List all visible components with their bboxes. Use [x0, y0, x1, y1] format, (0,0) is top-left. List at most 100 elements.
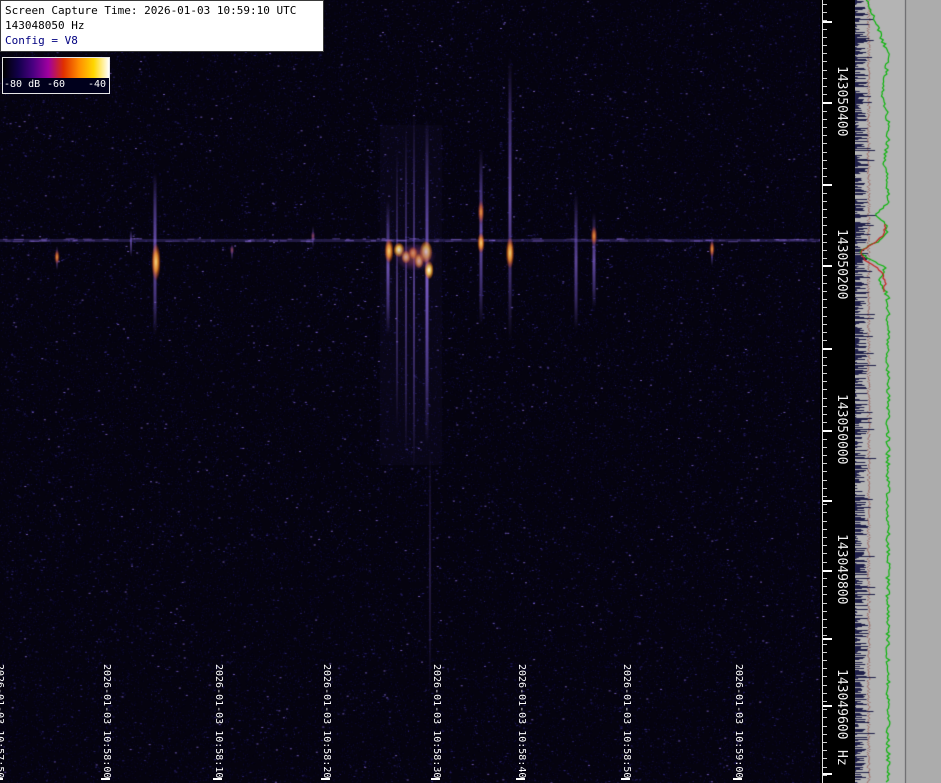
- config-text: Config = V8: [5, 33, 319, 48]
- frequency-axis: 143050400 143050200 143050000 143049800 1430…: [820, 0, 855, 783]
- frequency-minor-tick: [823, 488, 827, 489]
- frequency-minor-tick: [823, 307, 827, 308]
- frequency-minor-tick: [823, 463, 827, 464]
- frequency-major-tick: [823, 705, 832, 707]
- frequency-minor-tick: [823, 496, 827, 497]
- frequency-minor-tick: [823, 553, 827, 554]
- frequency-tick-label: 143050000: [835, 394, 848, 464]
- frequency-minor-tick: [823, 250, 827, 251]
- frequency-minor-tick: [823, 660, 827, 661]
- frequency-minor-tick: [823, 193, 827, 194]
- frequency-minor-tick: [823, 61, 827, 62]
- frequency-minor-tick: [823, 709, 827, 710]
- frequency-minor-tick: [823, 242, 827, 243]
- frequency-major-tick: [823, 638, 832, 640]
- frequency-minor-tick: [823, 111, 827, 112]
- frequency-minor-tick: [823, 455, 827, 456]
- frequency-major-tick: [823, 102, 832, 104]
- frequency-tick-label: 143050200: [835, 229, 848, 299]
- frequency-minor-tick: [823, 521, 827, 522]
- frequency-minor-tick: [823, 693, 827, 694]
- capture-time-text: Screen Capture Time: 2026-01-03 10:59:10…: [5, 3, 319, 18]
- frequency-minor-tick: [823, 734, 827, 735]
- speclab-screen-capture: { "header": { "line1": "Screen Capture T…: [0, 0, 941, 783]
- frequency-minor-tick: [823, 742, 827, 743]
- frequency-minor-tick: [823, 37, 827, 38]
- frequency-minor-tick: [823, 619, 827, 620]
- legend-db-max-label: -40: [88, 79, 106, 90]
- frequency-minor-tick: [823, 332, 827, 333]
- frequency-minor-tick: [823, 635, 827, 636]
- frequency-major-tick: [823, 500, 832, 502]
- frequency-minor-tick: [823, 283, 827, 284]
- frequency-major-tick: [823, 265, 832, 267]
- frequency-minor-tick: [823, 160, 827, 161]
- frequency-minor-tick: [823, 480, 827, 481]
- frequency-major-tick: [823, 348, 832, 350]
- frequency-minor-tick: [823, 258, 827, 259]
- frequency-minor-tick: [823, 53, 827, 54]
- frequency-minor-tick: [823, 299, 827, 300]
- frequency-major-tick: [823, 773, 832, 775]
- spectrogram-waterfall: [0, 0, 820, 783]
- frequency-minor-tick: [823, 726, 827, 727]
- frequency-minor-tick: [823, 594, 827, 595]
- frequency-minor-tick: [823, 389, 827, 390]
- frequency-minor-tick: [823, 512, 827, 513]
- frequency-minor-tick: [823, 758, 827, 759]
- frequency-tick-label: 143050400: [835, 66, 848, 136]
- frequency-minor-tick: [823, 217, 827, 218]
- frequency-minor-tick: [823, 168, 827, 169]
- frequency-minor-tick: [823, 152, 827, 153]
- frequency-major-tick: [823, 184, 832, 186]
- color-gradient-bar: [3, 58, 109, 78]
- frequency-minor-tick: [823, 127, 827, 128]
- frequency-minor-tick: [823, 627, 827, 628]
- frequency-minor-tick: [823, 447, 827, 448]
- frequency-minor-tick: [823, 316, 827, 317]
- frequency-major-tick: [823, 570, 832, 572]
- legend-labels: -80 dB -60 -40: [3, 78, 109, 93]
- frequency-minor-tick: [823, 201, 827, 202]
- frequency-minor-tick: [823, 70, 827, 71]
- legend-db-min-label: -80 dB: [4, 79, 40, 90]
- frequency-minor-tick: [823, 414, 827, 415]
- frequency-minor-tick: [823, 398, 827, 399]
- app-window: 143050400 143050200 143050000 143049800 1430…: [0, 0, 941, 783]
- frequency-minor-tick: [823, 652, 827, 653]
- frequency-minor-tick: [823, 775, 827, 776]
- frequency-minor-tick: [823, 676, 827, 677]
- frequency-minor-tick: [823, 644, 827, 645]
- frequency-minor-tick: [823, 135, 827, 136]
- frequency-minor-tick: [823, 143, 827, 144]
- frequency-minor-tick: [823, 176, 827, 177]
- frequency-minor-tick: [823, 406, 827, 407]
- frequency-minor-tick: [823, 422, 827, 423]
- frequency-minor-tick: [823, 545, 827, 546]
- frequency-minor-tick: [823, 701, 827, 702]
- frequency-minor-tick: [823, 45, 827, 46]
- frequency-tick-label: 143049800: [835, 534, 848, 604]
- center-frequency-text: 143048050 Hz: [5, 18, 319, 33]
- capture-info-panel: Screen Capture Time: 2026-01-03 10:59:10…: [0, 0, 324, 52]
- frequency-major-tick: [823, 430, 832, 432]
- frequency-minor-tick: [823, 119, 827, 120]
- frequency-minor-tick: [823, 750, 827, 751]
- frequency-minor-tick: [823, 365, 827, 366]
- frequency-minor-tick: [823, 471, 827, 472]
- frequency-minor-tick: [823, 209, 827, 210]
- frequency-minor-tick: [823, 225, 827, 226]
- frequency-major-tick: [823, 21, 832, 23]
- legend-db-mid-label: -60: [47, 79, 65, 90]
- frequency-axis-line: [822, 0, 823, 783]
- frequency-tick-label: 143049600: [835, 669, 848, 739]
- spectrum-amplitude-panel: [855, 0, 941, 783]
- frequency-minor-tick: [823, 586, 827, 587]
- frequency-minor-tick: [823, 291, 827, 292]
- frequency-minor-tick: [823, 562, 827, 563]
- frequency-minor-tick: [823, 94, 827, 95]
- frequency-minor-tick: [823, 357, 827, 358]
- frequency-minor-tick: [823, 717, 827, 718]
- frequency-minor-tick: [823, 373, 827, 374]
- frequency-minor-tick: [823, 529, 827, 530]
